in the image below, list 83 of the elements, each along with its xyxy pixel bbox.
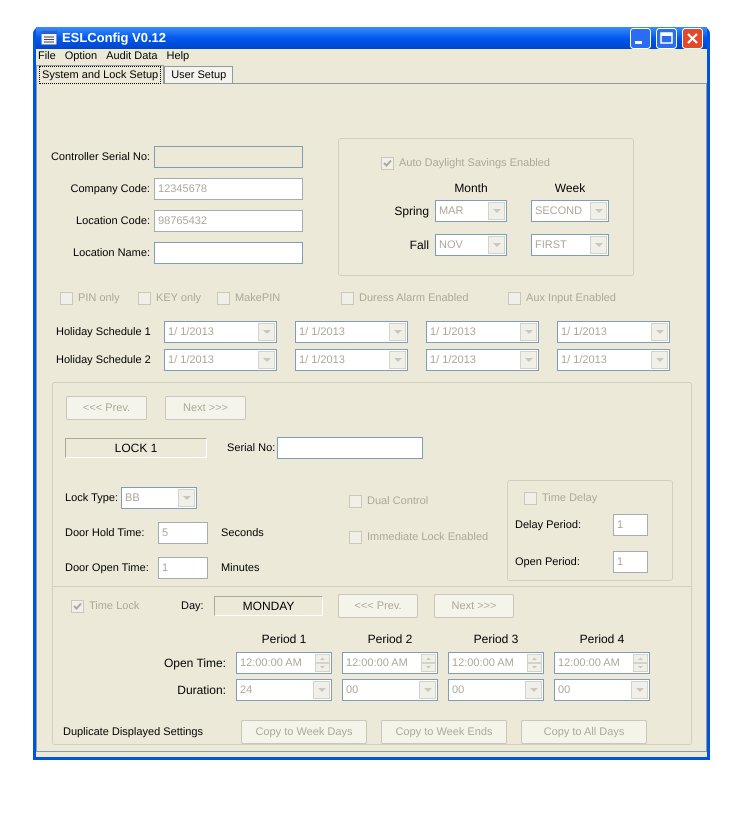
tab[interactable]: System and Lock Setup — [36, 65, 164, 84]
checkbox-label: Duress Alarm Enabled — [359, 290, 468, 306]
spin-arrows-icon — [527, 654, 542, 672]
field-label: Fall — [408, 237, 429, 254]
caret-icon — [636, 688, 644, 692]
caret-icon — [492, 243, 500, 247]
field-label: Duration: — [176, 682, 226, 699]
menu-item[interactable]: Audit Data — [106, 48, 158, 65]
caret-icon — [656, 330, 664, 334]
caret-icon — [492, 209, 500, 213]
checkbox-label: Dual Control — [367, 494, 428, 509]
column-header: Period 1 — [260, 631, 308, 648]
field-label: Controller Serial No: — [50, 150, 151, 165]
input-field[interactable] — [154, 146, 303, 168]
checkbox-label: PIN only — [78, 290, 120, 306]
caret-icon — [524, 358, 532, 362]
caret-icon — [262, 330, 270, 334]
caret-icon — [394, 358, 402, 362]
column-header: Period 2 — [366, 631, 414, 648]
checkbox-label: Immediate Lock Enabled — [367, 530, 488, 545]
caret-icon — [656, 358, 664, 362]
maximize-icon[interactable] — [656, 28, 677, 48]
caret-icon — [594, 209, 602, 213]
checkbox-label: Time Lock — [89, 598, 140, 614]
app-icon — [41, 31, 57, 45]
checkbox-label: Auto Daylight Savings Enabled — [399, 156, 550, 171]
field-label: Day: — [181, 598, 205, 614]
field-label: Holiday Schedule 1 — [56, 324, 148, 340]
caret-icon — [318, 688, 326, 692]
dropdown[interactable]: 1/ 1/2013 — [295, 349, 408, 371]
column-header: Week — [554, 180, 586, 197]
minimize-icon[interactable] — [630, 28, 651, 48]
dropdown[interactable]: 1/ 1/2013 — [426, 321, 539, 343]
window-title: ESLConfig V0.12 — [62, 29, 168, 48]
spin-arrows-icon — [633, 654, 648, 672]
field-label: Open Period: — [515, 554, 581, 570]
spin-arrows-icon — [421, 654, 436, 672]
field-label: Location Code: — [75, 214, 151, 229]
display-field: LOCK 1 — [65, 438, 207, 458]
menu-item[interactable]: Option — [64, 48, 98, 65]
dropdown[interactable]: 1/ 1/2013 — [557, 349, 670, 371]
field-label: Serial No: — [227, 440, 276, 456]
field-label: Company Code: — [70, 182, 151, 197]
check-icon — [383, 159, 392, 167]
column-header: Period 4 — [578, 631, 626, 648]
input-field[interactable] — [154, 242, 303, 264]
checkbox-label: KEY only — [156, 290, 202, 306]
display-field: MONDAY — [214, 596, 323, 616]
caret-icon — [182, 496, 190, 500]
dropdown[interactable]: 1/ 1/2013 — [557, 321, 670, 343]
field-label: Delay Period: — [515, 518, 582, 533]
tab[interactable]: User Setup — [164, 66, 234, 83]
field-label: Seconds — [221, 526, 264, 541]
menu-item[interactable]: File — [38, 48, 56, 65]
column-header: Period 3 — [472, 631, 520, 648]
input-field[interactable] — [277, 437, 424, 459]
field-label: Lock Type: — [65, 490, 118, 506]
field-label: Minutes — [221, 560, 260, 576]
checkbox-label: MakePIN — [235, 290, 280, 306]
spin-arrows-icon — [315, 654, 330, 672]
column-header: Month — [453, 180, 489, 197]
menu-item[interactable]: Help — [166, 48, 190, 65]
field-label: Spring — [393, 203, 429, 220]
dropdown[interactable]: 1/ 1/2013 — [164, 349, 277, 371]
field-label: Open Time: — [162, 655, 226, 672]
caret-icon — [424, 688, 432, 692]
field-label: Duplicate Displayed Settings — [63, 724, 204, 740]
dropdown[interactable]: 1/ 1/2013 — [426, 349, 539, 371]
field-label: Door Open Time: — [65, 560, 150, 576]
close-icon[interactable] — [682, 28, 703, 48]
check-icon — [73, 602, 82, 610]
caret-icon — [524, 330, 532, 334]
checkbox-label: Time Delay — [542, 490, 598, 506]
caret-icon — [262, 358, 270, 362]
dropdown[interactable]: 1/ 1/2013 — [164, 321, 277, 343]
caret-icon — [530, 688, 538, 692]
field-label: Door Hold Time: — [65, 526, 146, 541]
caret-icon — [594, 243, 602, 247]
field-label: Holiday Schedule 2 — [56, 352, 148, 368]
checkbox-label: Aux Input Enabled — [526, 290, 616, 306]
field-label: Location Name: — [72, 246, 151, 261]
caret-icon — [394, 330, 402, 334]
dropdown[interactable]: 1/ 1/2013 — [295, 321, 408, 343]
